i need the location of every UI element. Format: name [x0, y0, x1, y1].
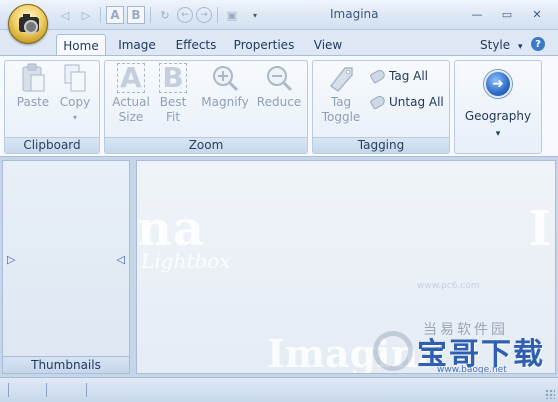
status-divider	[86, 383, 87, 397]
best-fit-icon[interactable]: B	[127, 6, 145, 24]
zoom-group: A Actual Size B Best Fit Magnify Reduce …	[104, 60, 308, 154]
chevron-down-icon: ▾	[72, 113, 77, 122]
thumbnails-pane[interactable]: ▷ ◁ Thumbnails	[2, 160, 130, 374]
tagging-group: Tag Toggle Tag All Untag All Tagging	[312, 60, 450, 154]
reduce-button[interactable]: Reduce	[255, 63, 303, 110]
next-icon[interactable]: →	[196, 7, 212, 23]
paste-label: Paste	[16, 95, 50, 109]
status-divider	[8, 383, 9, 397]
tab-home[interactable]: Home	[56, 34, 106, 56]
copy-icon	[60, 63, 90, 93]
forward-icon[interactable]: ▷	[77, 6, 95, 24]
copy-button[interactable]: Copy ▾	[57, 63, 93, 125]
group-label-tagging: Tagging	[313, 137, 449, 153]
status-divider	[46, 383, 47, 397]
camera-icon	[19, 14, 39, 34]
paste-icon	[18, 63, 48, 93]
best-fit-icon: B	[158, 63, 188, 93]
geography-group: ➜ Geography ▾	[454, 60, 542, 154]
logo-ring-icon	[373, 331, 413, 371]
untag-all-button[interactable]: Untag All	[369, 94, 444, 110]
ribbon: Paste Copy ▾ Clipboard A Actual Size B B…	[0, 55, 558, 157]
tag-toggle-button[interactable]: Tag Toggle	[319, 63, 363, 125]
style-menu-label: Style	[480, 38, 511, 52]
magnify-button[interactable]: Magnify	[199, 63, 251, 110]
actual-size-icon: A	[116, 63, 146, 93]
reduce-icon	[264, 63, 294, 93]
thumbnails-label: Thumbnails	[3, 356, 129, 373]
toolbar-separator	[100, 7, 101, 23]
group-label-clipboard: Clipboard	[5, 137, 99, 153]
status-bar	[0, 377, 558, 402]
site-url: www.pc6.com	[417, 281, 480, 291]
tag-all-button[interactable]: Tag All	[369, 68, 429, 84]
window-title: Imagina	[330, 7, 379, 21]
copy-label: Copy	[59, 95, 91, 109]
watermark-subtitle: Lightbox	[141, 249, 231, 273]
toolbar-separator	[217, 7, 218, 23]
tag-icon	[369, 68, 387, 84]
group-label-zoom: Zoom	[105, 137, 307, 153]
watermark-fragment-right: I	[528, 201, 551, 257]
geography-label: Geography	[464, 109, 532, 123]
prev-icon[interactable]: ←	[177, 7, 193, 23]
best-fit-button[interactable]: B Best Fit	[155, 63, 191, 125]
toolbar-separator	[150, 7, 151, 23]
tab-image[interactable]: Image	[112, 34, 162, 56]
actual-size-button[interactable]: A Actual Size	[109, 63, 153, 125]
chevron-down-icon: ▾	[517, 42, 523, 52]
tag-all-label: Tag All	[389, 69, 429, 83]
close-icon[interactable]: ✕	[522, 4, 552, 24]
back-icon[interactable]: ◁	[56, 6, 74, 24]
geography-button[interactable]: ➜ Geography ▾	[461, 67, 535, 142]
best-fit-label: Best Fit	[159, 95, 187, 124]
title-bar: ◁ ▷ A B ↻ ← → ▣ ▾ Imagina — ▭ ✕	[0, 0, 558, 30]
ribbon-tab-row: Home Image Effects Properties View Style…	[0, 30, 558, 56]
image-viewer-pane[interactable]: na Lightbox I Imagina www.pc6.com 当易软件园 …	[136, 160, 556, 374]
style-menu[interactable]: Style ▾	[480, 38, 523, 52]
help-icon[interactable]: ?	[531, 37, 545, 51]
paste-button[interactable]: Paste	[15, 63, 51, 110]
tag-icon	[369, 94, 387, 110]
actual-size-icon[interactable]: A	[106, 6, 124, 24]
globe-icon: ➜	[481, 67, 515, 101]
maximize-icon[interactable]: ▭	[492, 4, 522, 24]
quick-access-toolbar: ◁ ▷ A B ↻ ← → ▣ ▾	[56, 5, 264, 25]
save-icon[interactable]: ▣	[223, 6, 241, 24]
tab-properties[interactable]: Properties	[230, 34, 298, 56]
site-url-secondary: www.baoge.net	[437, 365, 507, 374]
actual-size-label: Actual Size	[112, 95, 150, 124]
tag-toggle-label: Tag Toggle	[321, 95, 361, 124]
minimize-icon[interactable]: —	[462, 4, 492, 24]
chevron-down-icon: ▾	[495, 129, 501, 139]
tag-icon	[326, 63, 356, 93]
magnify-label: Magnify	[201, 95, 249, 109]
reduce-label: Reduce	[256, 95, 302, 109]
untag-all-label: Untag All	[389, 95, 444, 109]
tab-effects[interactable]: Effects	[168, 34, 224, 56]
customize-toolbar-icon[interactable]: ▾	[246, 6, 264, 24]
window-controls: — ▭ ✕	[462, 4, 552, 24]
magnify-icon	[210, 63, 240, 93]
resize-grip-icon[interactable]	[545, 389, 555, 399]
tab-view[interactable]: View	[306, 34, 350, 56]
clipboard-group: Paste Copy ▾ Clipboard	[4, 60, 100, 154]
application-menu-button[interactable]	[8, 4, 48, 44]
rotate-icon[interactable]: ↻	[156, 6, 174, 24]
collapse-arrow-icon[interactable]: ◁	[117, 253, 125, 266]
expand-left-arrow-icon[interactable]: ▷	[7, 253, 15, 266]
